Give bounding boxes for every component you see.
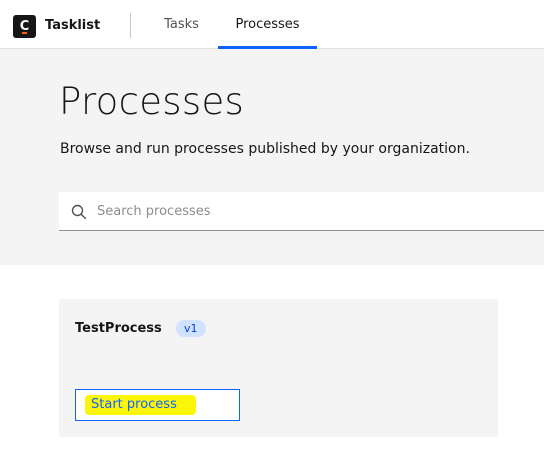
start-process-label: Start process (91, 397, 177, 412)
process-name: TestProcess (75, 321, 162, 336)
search-box[interactable] (59, 192, 544, 231)
processes-hero: Processes Browse and run processes publi… (0, 49, 544, 265)
logo-accent (22, 32, 27, 34)
search-icon (71, 204, 87, 220)
process-card: TestProcess v1 Start process (59, 299, 498, 437)
page-subtitle: Browse and run processes published by yo… (60, 141, 470, 157)
tab-tasks[interactable]: Tasks (148, 0, 215, 49)
app-name[interactable]: Tasklist (45, 17, 100, 35)
page-title: Processes (59, 80, 245, 123)
search-input[interactable] (97, 192, 537, 230)
tab-processes[interactable]: Processes (218, 0, 317, 49)
tab-processes-label: Processes (235, 17, 300, 32)
tab-tasks-label: Tasks (164, 17, 199, 32)
camunda-logo-icon[interactable]: C (13, 15, 36, 38)
app-header: C Tasklist Tasks Processes (0, 0, 544, 49)
version-tag: v1 (176, 320, 206, 337)
start-process-button[interactable]: Start process (75, 389, 240, 421)
header-divider (130, 13, 131, 38)
